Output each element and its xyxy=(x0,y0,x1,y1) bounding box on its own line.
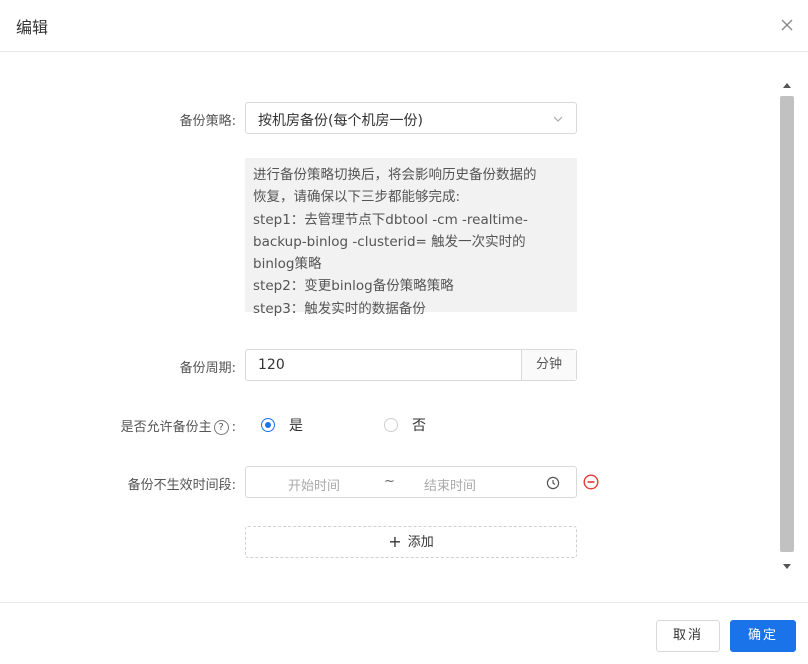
allow-master-label-text: 是否允许备份主 xyxy=(120,420,212,435)
plus-icon: + xyxy=(388,532,402,551)
notice-line: 进行备份策略切换后，将会影响历史备份数据的 xyxy=(253,167,537,183)
notice-line: backup-binlog -clusterid= 触发一次实时的 xyxy=(253,233,526,250)
no-effect-period-label: 备份不生效时间段: xyxy=(127,478,236,493)
notice-line: 恢复，请确保以下三步都能够完成: xyxy=(253,189,461,206)
cycle-input[interactable]: 120 分钟 xyxy=(245,349,577,381)
chevron-down-icon xyxy=(553,116,563,122)
cycle-unit: 分钟 xyxy=(521,350,576,380)
remove-circle-icon[interactable] xyxy=(583,474,599,490)
radio-yes[interactable]: 是 xyxy=(261,415,303,435)
dialog-footer: 取消 确定 xyxy=(0,602,808,664)
dialog-body: 备份策略: 按机房备份(每个机房一份) 进行备份策略切换后，将会影响历史备份数据… xyxy=(0,52,808,602)
notice-line: step3：触发实时的数据备份 xyxy=(253,300,426,317)
notice-line: step1：去管理节点下dbtool -cm -realtime- xyxy=(253,211,528,228)
confirm-button[interactable]: 确定 xyxy=(730,620,796,652)
close-icon[interactable] xyxy=(778,16,796,34)
help-icon[interactable]: ? xyxy=(213,420,229,435)
dialog-header: 编辑 xyxy=(0,0,808,52)
time-range-picker[interactable]: 开始时间 ~ 结束时间 xyxy=(245,466,577,498)
cycle-value: 120 xyxy=(258,357,285,373)
scrollbar-thumb[interactable] xyxy=(780,96,794,552)
cancel-button[interactable]: 取消 xyxy=(656,620,720,652)
radio-checked-icon xyxy=(261,418,275,432)
scroll-up-arrow-icon[interactable] xyxy=(783,83,791,88)
allow-master-colon: : xyxy=(231,420,236,435)
strategy-value: 按机房备份(每个机房一份) xyxy=(258,113,423,129)
start-time-input[interactable]: 开始时间 xyxy=(288,475,340,494)
strategy-notice: 进行备份策略切换后，将会影响历史备份数据的 恢复，请确保以下三步都能够完成: s… xyxy=(245,158,577,317)
range-separator: ~ xyxy=(384,474,395,489)
strategy-label: 备份策略: xyxy=(179,114,236,129)
dialog-title: 编辑 xyxy=(16,18,49,37)
cycle-label: 备份周期: xyxy=(179,361,236,376)
radio-no[interactable]: 否 xyxy=(384,415,426,435)
scroll-down-arrow-icon[interactable] xyxy=(783,564,791,569)
radio-yes-label: 是 xyxy=(289,418,303,434)
add-label: 添加 xyxy=(407,535,434,550)
radio-unchecked-icon xyxy=(384,418,398,432)
radio-no-label: 否 xyxy=(412,418,426,434)
strategy-select[interactable]: 按机房备份(每个机房一份) xyxy=(245,102,577,134)
end-time-input[interactable]: 结束时间 xyxy=(424,475,476,494)
notice-line: step2：变更binlog备份策略策略 xyxy=(253,278,454,295)
add-time-range-button[interactable]: + 添加 xyxy=(245,526,577,558)
allow-master-label: 是否允许备份主?: xyxy=(121,416,236,435)
notice-line: binlog策略 xyxy=(253,256,322,273)
clock-icon xyxy=(546,476,560,490)
